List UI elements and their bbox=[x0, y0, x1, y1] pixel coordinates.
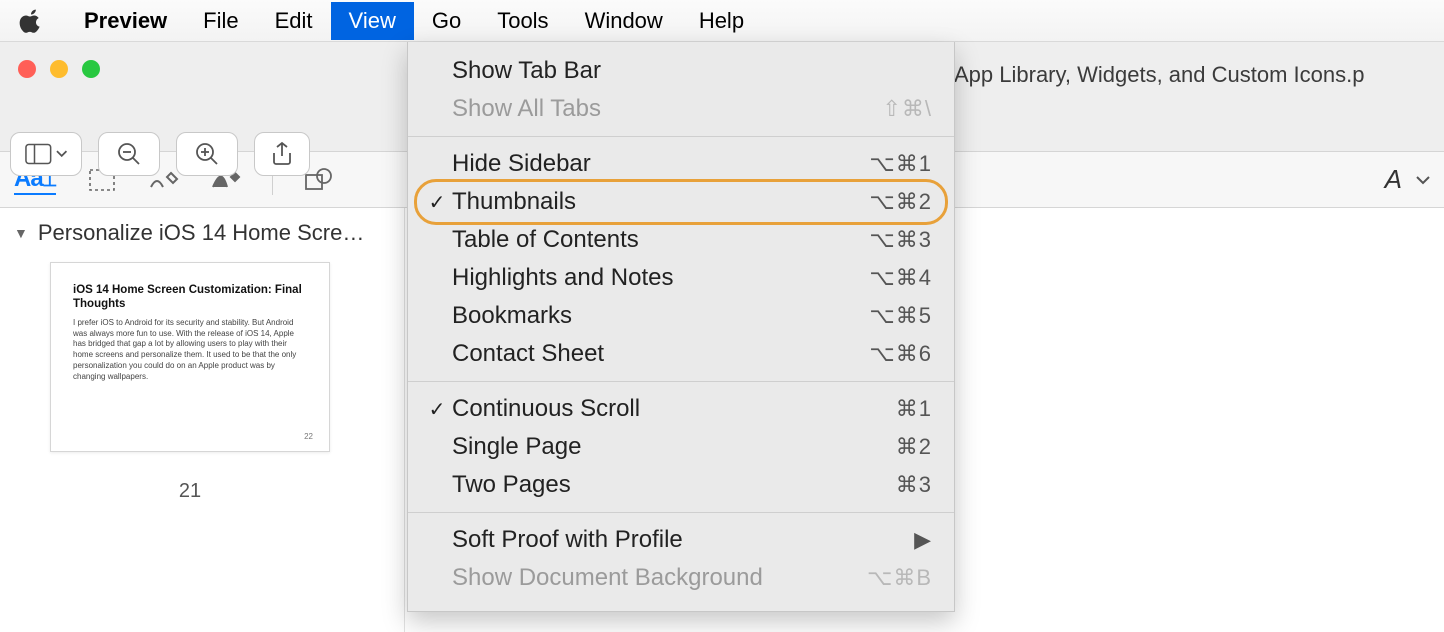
traffic-lights bbox=[18, 60, 100, 78]
thumb-body: I prefer iOS to Android for its security… bbox=[73, 318, 307, 383]
menu-separator bbox=[408, 136, 954, 137]
menu-item-label: Continuous Scroll bbox=[448, 395, 896, 423]
fullscreen-window-button[interactable] bbox=[82, 60, 100, 78]
menu-shortcut: ⌥⌘2 bbox=[869, 189, 932, 215]
menu-item-label: Soft Proof with Profile bbox=[448, 526, 914, 554]
checkmark-icon: ✓ bbox=[426, 397, 448, 422]
menubar-item-window[interactable]: Window bbox=[567, 2, 681, 40]
thumb-heading: iOS 14 Home Screen Customization: Final … bbox=[73, 283, 307, 312]
apple-logo-icon[interactable] bbox=[18, 8, 66, 34]
menu-shortcut: ⌥⌘B bbox=[867, 565, 932, 591]
menubar-item-file[interactable]: File bbox=[185, 2, 256, 40]
window-title: App Library, Widgets, and Custom Icons.p bbox=[954, 62, 1364, 88]
menu-item-label: Hide Sidebar bbox=[448, 150, 869, 178]
menu-shortcut: ⌥⌘1 bbox=[869, 151, 932, 177]
minimize-window-button[interactable] bbox=[50, 60, 68, 78]
menu-item-show-document-background: Show Document Background⌥⌘B bbox=[408, 559, 954, 597]
window-toolbar bbox=[10, 132, 310, 176]
menu-item-contact-sheet[interactable]: Contact Sheet⌥⌘6 bbox=[408, 335, 954, 373]
menu-item-label: Thumbnails bbox=[448, 188, 869, 216]
menu-item-soft-proof-with-profile[interactable]: Soft Proof with Profile▶ bbox=[408, 521, 954, 559]
menu-separator bbox=[408, 512, 954, 513]
menu-item-single-page[interactable]: Single Page⌘2 bbox=[408, 428, 954, 466]
menu-shortcut: ⌘3 bbox=[896, 472, 932, 498]
page-thumbnail[interactable]: iOS 14 Home Screen Customization: Final … bbox=[50, 262, 330, 452]
menu-item-table-of-contents[interactable]: Table of Contents⌥⌘3 bbox=[408, 221, 954, 259]
menubar-item-tools[interactable]: Tools bbox=[479, 2, 566, 40]
sidebar-view-button[interactable] bbox=[10, 132, 82, 176]
menu-shortcut: ⇧⌘\ bbox=[882, 96, 932, 122]
menu-item-label: Show Tab Bar bbox=[448, 57, 932, 85]
menu-item-label: Table of Contents bbox=[448, 226, 869, 254]
menu-item-show-tab-bar[interactable]: Show Tab Bar bbox=[408, 52, 954, 90]
menu-shortcut: ⌘2 bbox=[896, 434, 932, 460]
menu-item-label: Show Document Background bbox=[448, 564, 867, 592]
menu-item-label: Show All Tabs bbox=[448, 95, 882, 123]
menu-shortcut: ⌥⌘5 bbox=[869, 303, 932, 329]
menu-item-highlights-and-notes[interactable]: Highlights and Notes⌥⌘4 bbox=[408, 259, 954, 297]
view-menu-dropdown: Show Tab Bar Show All Tabs⇧⌘\ Hide Sidebar… bbox=[407, 42, 955, 612]
menu-item-label: Two Pages bbox=[448, 471, 896, 499]
menu-item-label: Single Page bbox=[448, 433, 896, 461]
menu-item-two-pages[interactable]: Two Pages⌘3 bbox=[408, 466, 954, 504]
disclosure-triangle-icon[interactable]: ▼ bbox=[14, 225, 28, 241]
thumbnails-sidebar: ▼ Personalize iOS 14 Home Scre… iOS 14 H… bbox=[0, 208, 405, 632]
font-style-button[interactable]: A bbox=[1385, 164, 1402, 195]
menu-shortcut: ⌥⌘6 bbox=[869, 341, 932, 367]
menu-item-hide-sidebar[interactable]: Hide Sidebar⌥⌘1 bbox=[408, 145, 954, 183]
thumb-page-number: 22 bbox=[304, 432, 313, 441]
menu-item-label: Bookmarks bbox=[448, 302, 869, 330]
system-menubar: Preview FileEditViewGoToolsWindowHelp bbox=[0, 0, 1444, 42]
menubar-item-edit[interactable]: Edit bbox=[257, 2, 331, 40]
menu-separator bbox=[408, 381, 954, 382]
zoom-in-button[interactable] bbox=[176, 132, 238, 176]
menu-shortcut: ⌥⌘3 bbox=[869, 227, 932, 253]
menu-shortcut: ⌥⌘4 bbox=[869, 265, 932, 291]
menubar-item-help[interactable]: Help bbox=[681, 2, 762, 40]
sidebar-doc-title: Personalize iOS 14 Home Scre… bbox=[38, 220, 364, 246]
menubar-item-view[interactable]: View bbox=[331, 2, 414, 40]
submenu-arrow-icon: ▶ bbox=[914, 527, 932, 553]
checkmark-icon: ✓ bbox=[426, 190, 448, 215]
zoom-out-button[interactable] bbox=[98, 132, 160, 176]
menu-item-show-all-tabs: Show All Tabs⇧⌘\ bbox=[408, 90, 954, 128]
menu-shortcut: ⌘1 bbox=[896, 396, 932, 422]
menubar-app-name[interactable]: Preview bbox=[66, 2, 185, 40]
menubar-item-go[interactable]: Go bbox=[414, 2, 479, 40]
chevron-down-icon bbox=[1416, 174, 1430, 186]
sidebar-doc-header[interactable]: ▼ Personalize iOS 14 Home Scre… bbox=[10, 216, 394, 256]
menu-item-thumbnails[interactable]: ✓Thumbnails⌥⌘2 bbox=[408, 183, 954, 221]
menu-item-label: Contact Sheet bbox=[448, 340, 869, 368]
menu-item-continuous-scroll[interactable]: ✓Continuous Scroll⌘1 bbox=[408, 390, 954, 428]
thumbnail-page-label: 21 bbox=[50, 452, 330, 503]
close-window-button[interactable] bbox=[18, 60, 36, 78]
menu-item-bookmarks[interactable]: Bookmarks⌥⌘5 bbox=[408, 297, 954, 335]
menu-item-label: Highlights and Notes bbox=[448, 264, 869, 292]
share-button[interactable] bbox=[254, 132, 310, 176]
